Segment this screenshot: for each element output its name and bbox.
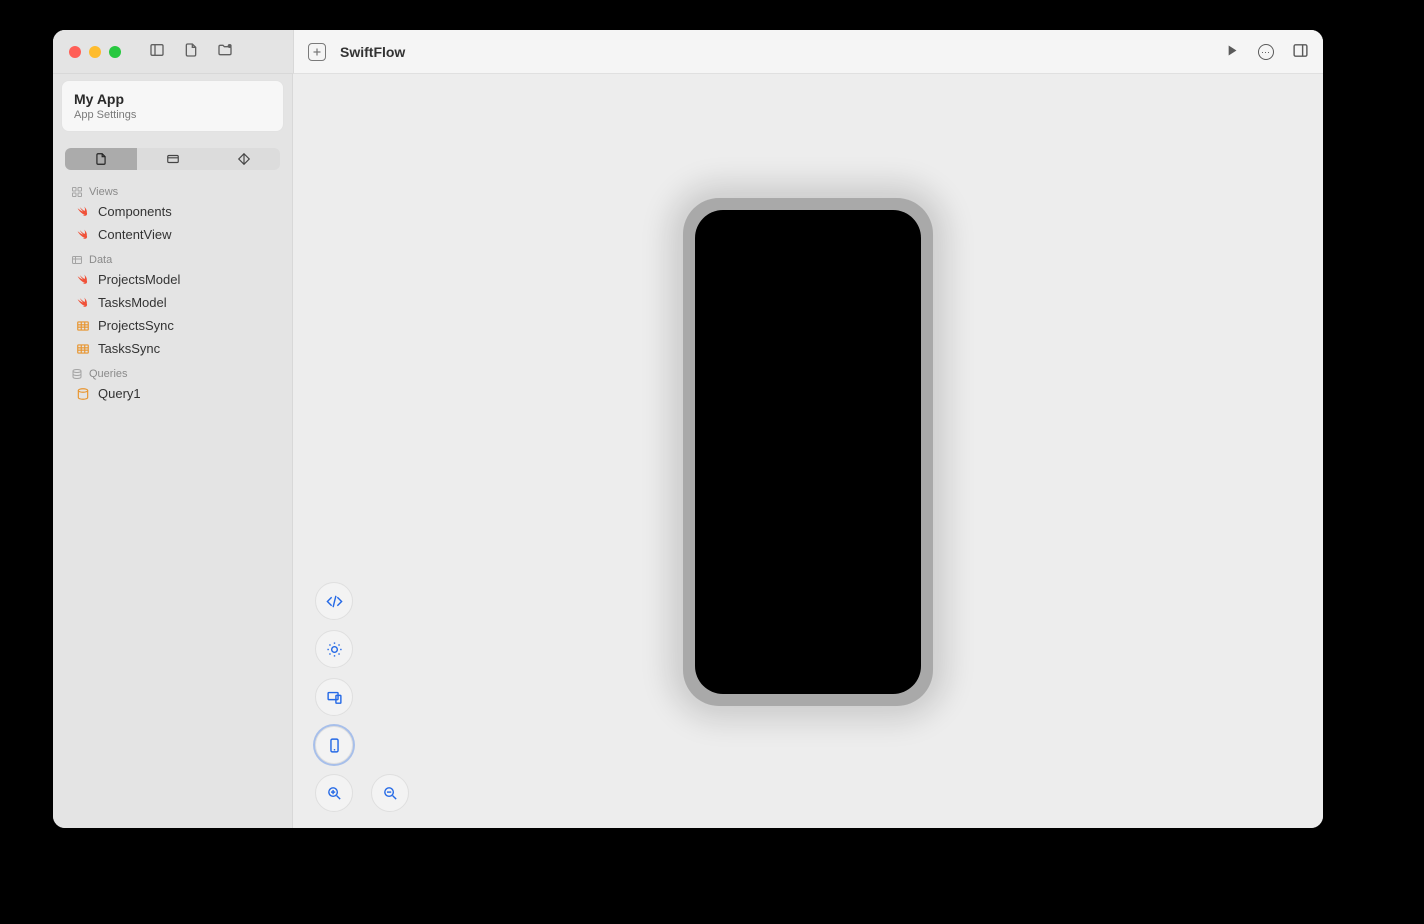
swift-icon (75, 296, 90, 309)
segment-resources[interactable] (137, 148, 209, 170)
appearance-mode-button[interactable] (315, 630, 353, 668)
views-header-icon (71, 186, 83, 198)
sidebar-item-components[interactable]: Components (53, 200, 292, 223)
app-subtitle: App Settings (74, 109, 271, 121)
toggle-right-panel-icon[interactable] (1292, 42, 1309, 62)
sidebar-item-taskssync[interactable]: TasksSync (53, 337, 292, 360)
close-window-button[interactable] (69, 46, 81, 58)
segment-appearance[interactable] (208, 148, 280, 170)
sidebar-item-label: ContentView (98, 227, 171, 242)
canvas-tools (315, 582, 409, 812)
section-views-label: Views (89, 186, 118, 198)
segment-files[interactable] (65, 148, 137, 170)
sidebar-item-label: Components (98, 204, 172, 219)
sidebar-item-query1[interactable]: Query1 (53, 382, 292, 405)
section-data-label: Data (89, 254, 112, 266)
app-window: SwiftFlow ⋯ My App App Settings (53, 30, 1323, 828)
minimize-window-button[interactable] (89, 46, 101, 58)
titlebar-right: ⋯ (1223, 30, 1309, 74)
swift-icon (75, 228, 90, 241)
sidebar-segmented-control (65, 148, 280, 170)
phone-device-button[interactable] (315, 726, 353, 764)
device-screen (695, 210, 921, 694)
play-button[interactable] (1223, 42, 1240, 62)
table-icon (75, 342, 90, 356)
queries-header-icon (71, 368, 83, 380)
section-header-queries: Queries (53, 360, 292, 382)
device-preview[interactable] (683, 198, 933, 706)
titlebar-left (53, 30, 293, 74)
table-icon (75, 319, 90, 333)
sidebar-item-projectssync[interactable]: ProjectsSync (53, 314, 292, 337)
traffic-lights (53, 46, 121, 58)
section-header-views: Views (53, 178, 292, 200)
project-title: SwiftFlow (340, 44, 405, 60)
sidebar-item-label: ProjectsModel (98, 272, 180, 287)
titlebar-main: SwiftFlow (293, 30, 1323, 74)
swift-icon (75, 273, 90, 286)
file-icon[interactable] (183, 42, 199, 61)
maximize-window-button[interactable] (109, 46, 121, 58)
titlebar: SwiftFlow ⋯ (53, 30, 1323, 74)
sidebar-item-label: TasksModel (98, 295, 167, 310)
code-view-button[interactable] (315, 582, 353, 620)
sidebar-item-tasksmodel[interactable]: TasksModel (53, 291, 292, 314)
canvas (293, 30, 1323, 828)
more-button[interactable]: ⋯ (1258, 44, 1274, 60)
data-header-icon (71, 254, 83, 266)
sidebar-item-label: Query1 (98, 386, 141, 401)
folder-badge-icon[interactable] (217, 42, 233, 61)
swift-icon (75, 205, 90, 218)
section-queries-label: Queries (89, 368, 128, 380)
zoom-controls (315, 774, 409, 812)
toggle-sidebar-icon[interactable] (149, 42, 165, 61)
titlebar-sidebar-icons (149, 42, 233, 61)
sidebar-item-label: TasksSync (98, 341, 160, 356)
add-button[interactable] (308, 43, 326, 61)
ellipsis-icon: ⋯ (1261, 47, 1271, 58)
zoom-out-button[interactable] (371, 774, 409, 812)
section-header-data: Data (53, 246, 292, 268)
query-icon (75, 387, 90, 401)
sidebar-item-label: ProjectsSync (98, 318, 174, 333)
zoom-in-button[interactable] (315, 774, 353, 812)
app-name: My App (74, 91, 271, 107)
sidebar: My App App Settings Views Components (53, 30, 293, 828)
app-settings-card[interactable]: My App App Settings (61, 80, 284, 132)
device-type-button[interactable] (315, 678, 353, 716)
sidebar-item-contentview[interactable]: ContentView (53, 223, 292, 246)
sidebar-item-projectsmodel[interactable]: ProjectsModel (53, 268, 292, 291)
